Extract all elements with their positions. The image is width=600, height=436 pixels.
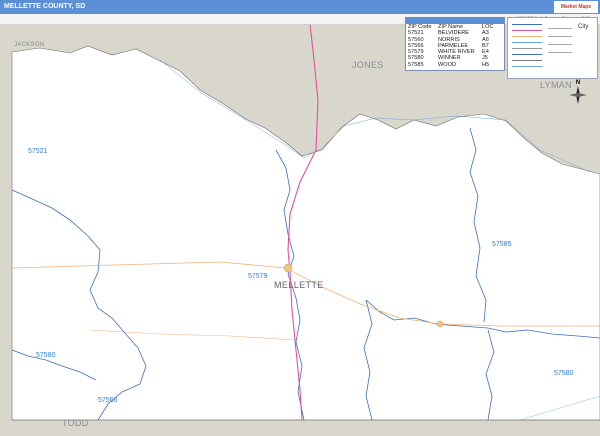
zip-code: 57585 [408,61,424,68]
zip-name: WOOD [438,61,457,68]
zip-label: 57521 [28,148,48,155]
legend-swatch-boundary [512,48,542,49]
legend-title: City [578,24,589,30]
compass-rose-icon [569,86,587,104]
brand-logo: Market Maps [554,1,598,13]
legend-swatch-highway [512,30,542,31]
zip-label: 57580 [554,370,574,377]
legend-swatch-rail [512,60,542,61]
zip-label: 57566 [98,397,118,404]
zip-label: 57585 [492,241,512,248]
legend-swatch-city [548,28,572,29]
legend-swatch-interstate [512,24,542,25]
zip-loc: H5 [482,61,490,68]
legend-swatch-zip [512,54,542,55]
legend-swatch-water [512,66,542,67]
zip-code-table: ZIP Code ZIP Name LOC 57521 BELVIDERE A3… [405,17,505,71]
zip-label: 57580 [36,352,56,359]
city-label-mellette: MELLETTE [274,280,324,290]
north-arrow-icon: N [568,80,588,104]
legend-swatch-road [512,36,542,37]
town-wood [436,320,444,328]
county-label-jackson: JACKSON [14,42,45,48]
legend-swatch-city [548,52,572,53]
zip-table-row: 57585 WOOD H5 [406,62,504,68]
zip-label: 57579 [248,273,268,280]
legend-swatch-river [512,42,542,43]
legend-swatch-city [548,44,572,45]
town-white-river [283,263,293,273]
map-title: MELLETTE COUNTY, SD [0,0,600,14]
county-label-todd: TODD [62,418,89,428]
legend-swatch-city [548,36,572,37]
map-frame: MELLETTE COUNTY, SD 2026 ZIP Code Busine… [0,0,600,436]
map-legend: City [507,17,598,79]
county-label-jones: JONES [352,60,384,70]
